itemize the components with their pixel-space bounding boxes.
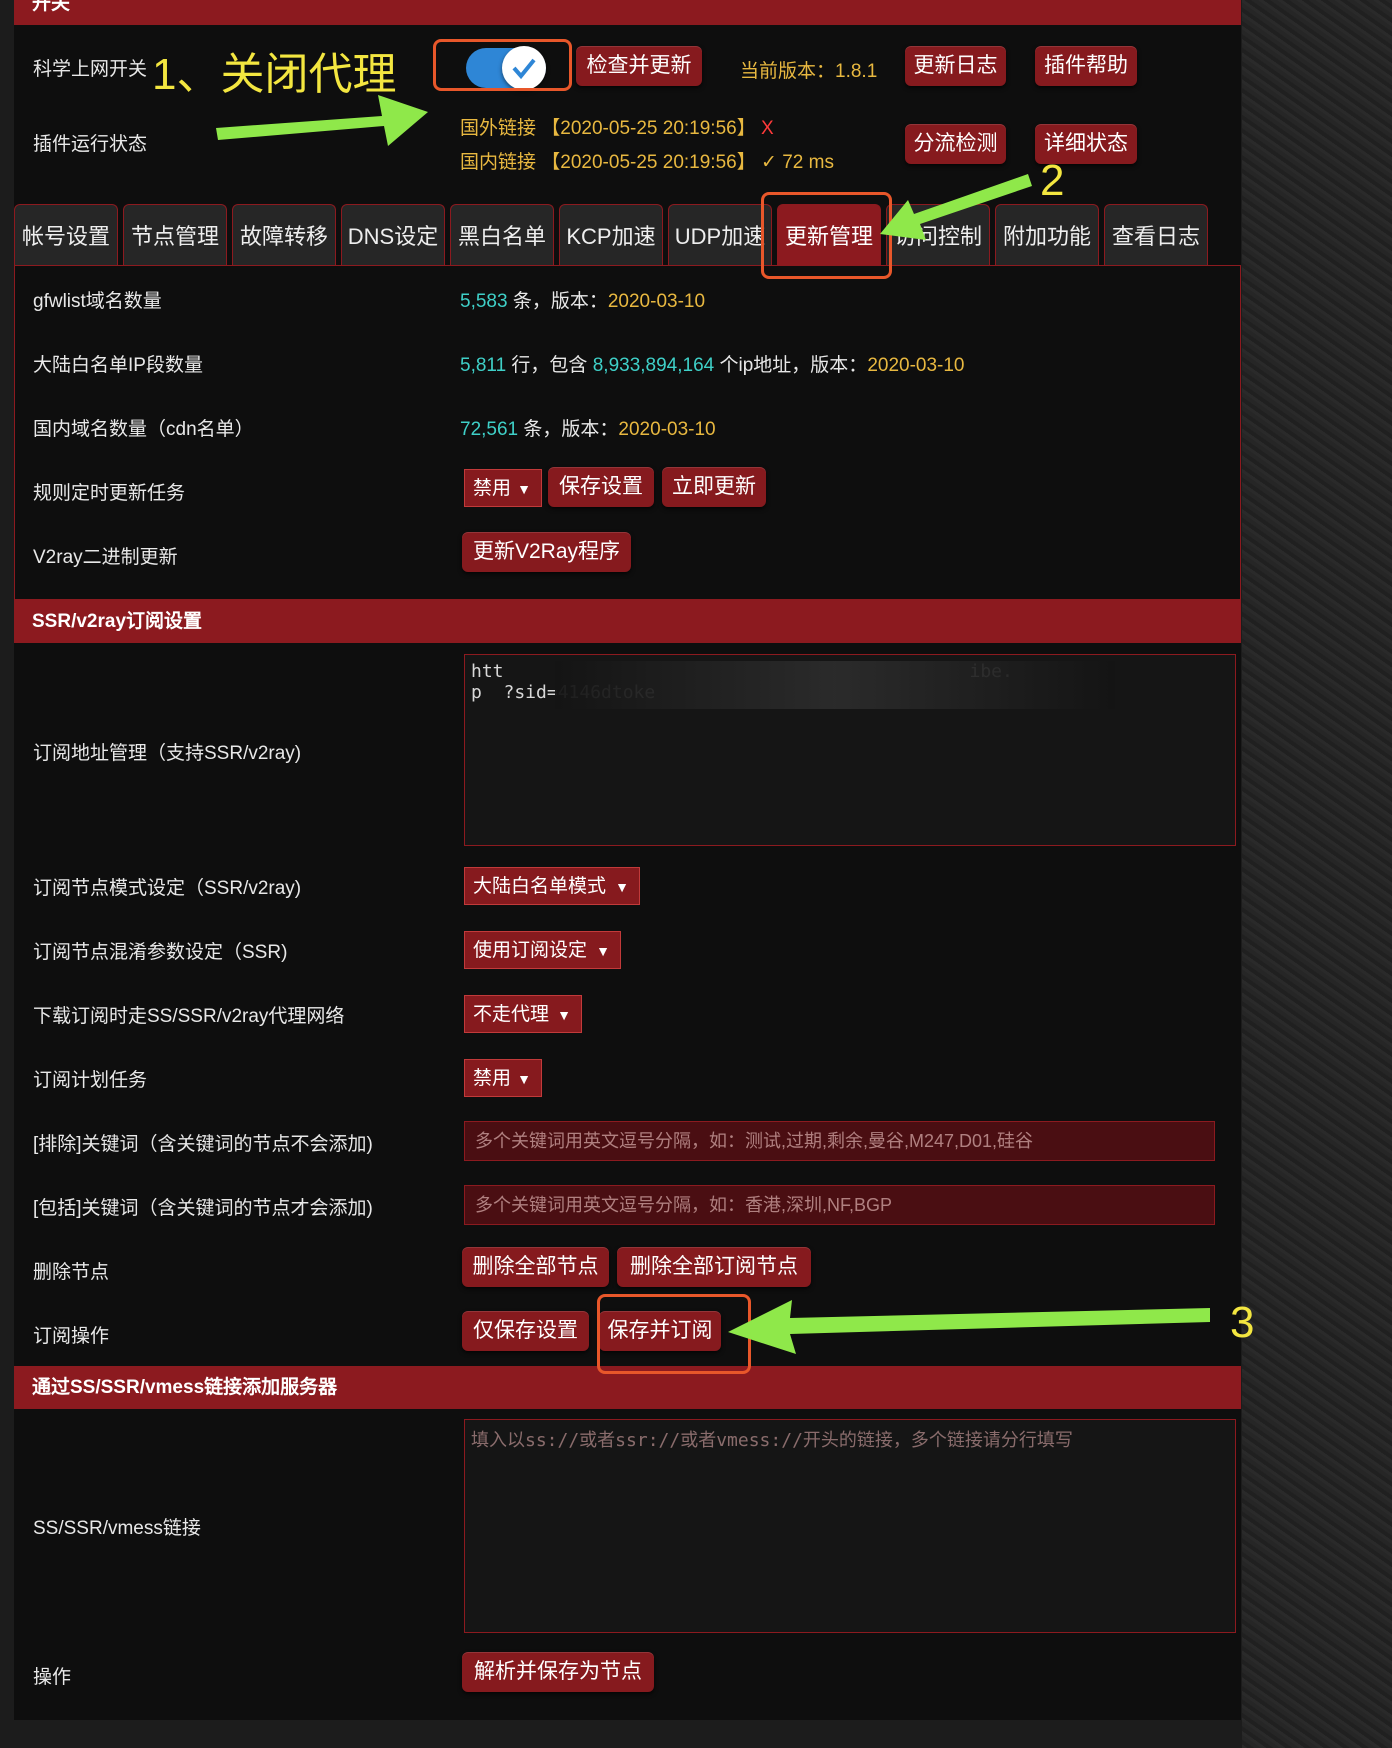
arrow-3-icon	[728, 1300, 1210, 1354]
arrow-1-icon	[216, 95, 428, 146]
annotation-arrows	[216, 95, 1210, 1354]
arrow-2-icon	[880, 174, 1032, 240]
